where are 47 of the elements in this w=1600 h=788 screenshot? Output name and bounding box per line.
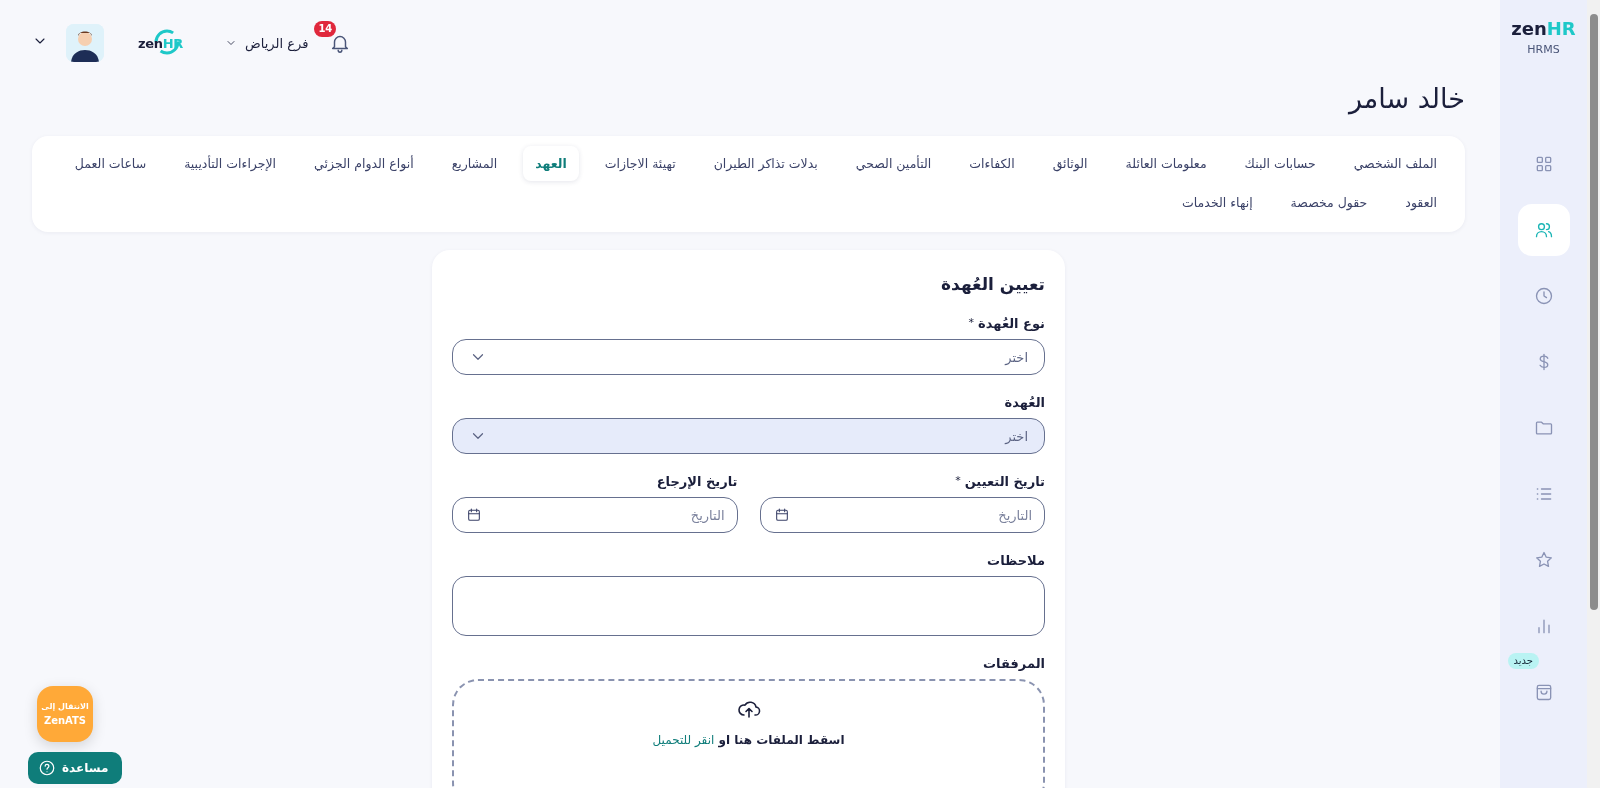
tab[interactable]: الوثائق: [1040, 146, 1100, 181]
tab[interactable]: ساعات العمل: [62, 146, 159, 181]
field-label: ملاحظات: [987, 553, 1045, 568]
tab[interactable]: المشاريع: [439, 146, 510, 181]
tab[interactable]: بدلات تذاكر الطيران: [701, 146, 830, 181]
field-label: تاريخ التعيين: [964, 474, 1045, 489]
scrollbar[interactable]: [1587, 0, 1600, 788]
field-label: المرفقات: [983, 656, 1045, 671]
tab[interactable]: إنهاء الخدمات: [1170, 185, 1265, 220]
calendar-icon: [773, 507, 790, 523]
star-icon: [1533, 550, 1554, 570]
field-label: تاريخ الإرجاع: [656, 474, 738, 489]
date-field[interactable]: التاريخ: [452, 497, 738, 533]
required-mark: *: [968, 316, 975, 329]
notes-field[interactable]: [452, 576, 1045, 636]
field-label: نوع العُهدة: [978, 316, 1045, 331]
calendar-icon: [466, 507, 482, 523]
page-title: خالد سامر: [1347, 86, 1465, 117]
tab[interactable]: الكفاءات: [957, 146, 1027, 181]
tab[interactable]: العقود: [1393, 185, 1449, 220]
form-title: تعيين العُهدة: [940, 274, 1045, 294]
field-label: العُهدة: [1004, 395, 1045, 410]
help-icon: [38, 759, 56, 777]
avatar[interactable]: [66, 24, 104, 62]
notification-count: 14: [314, 21, 337, 37]
upload-link[interactable]: انقر للتحميل: [652, 733, 715, 747]
required-mark: *: [955, 474, 961, 487]
upload-instructions: اسقط الملفات هنا او انقر للتحميل: [652, 733, 845, 747]
tab[interactable]: الملف الشخصي: [1341, 146, 1449, 181]
users-icon: [1533, 220, 1554, 240]
sidebar-item[interactable]: [1517, 204, 1570, 256]
select-field[interactable]: اختر: [452, 339, 1045, 375]
zenhr-hrms-logo: zenHR HRMS: [1511, 18, 1576, 56]
tab[interactable]: العهد: [523, 146, 579, 181]
tab[interactable]: أنواع الدوام الجزئي: [302, 146, 426, 181]
clock-icon: [1533, 286, 1554, 306]
help-button[interactable]: مساعدة: [28, 752, 123, 784]
upload-dropzone[interactable]: اسقط الملفات هنا او انقر للتحميل: [452, 679, 1045, 788]
tab[interactable]: معلومات العائلة: [1113, 146, 1219, 181]
branch-selector[interactable]: فرع الرياض: [225, 35, 309, 51]
tab[interactable]: الإجراءات التأديبية: [172, 146, 289, 181]
tab[interactable]: التأمين الصحي: [843, 146, 944, 181]
date-field[interactable]: التاريخ: [759, 497, 1045, 533]
tab[interactable]: حسابات البنك: [1232, 146, 1328, 181]
tab[interactable]: حقول مخصصة: [1278, 185, 1380, 220]
new-badge: جديد: [1507, 653, 1539, 669]
tab[interactable]: تهيئة الاجازات: [592, 146, 688, 181]
